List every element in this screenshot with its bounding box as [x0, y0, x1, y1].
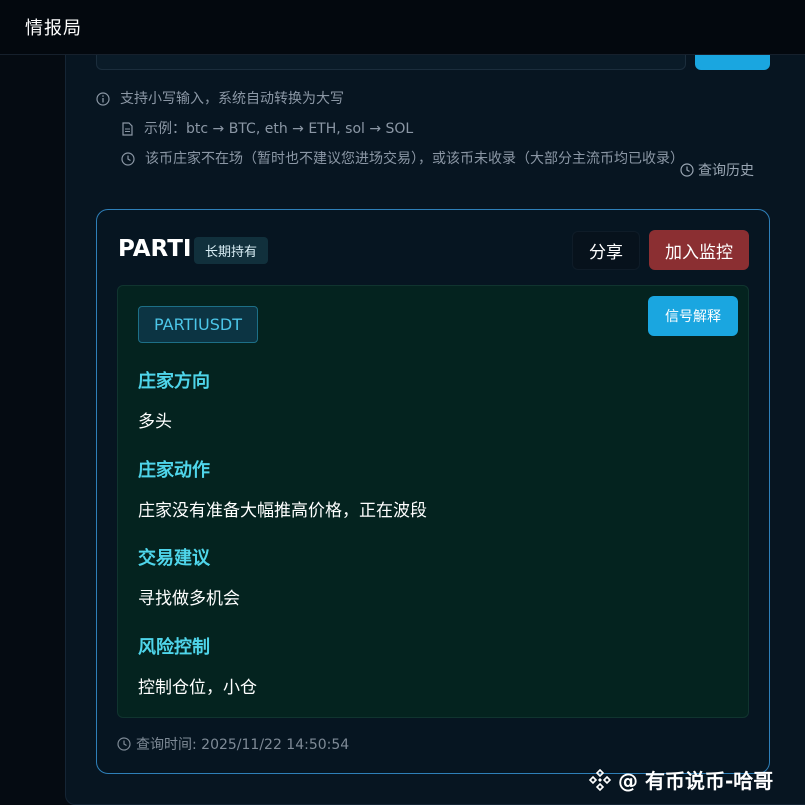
signal-explain-button[interactable]: 信号解释 [648, 296, 738, 336]
query-time-text: 查询时间: 2025/11/22 14:50:54 [136, 737, 350, 753]
section-title-action: 庄家动作 [138, 460, 210, 481]
query-time: 查询时间: 2025/11/22 14:50:54 [117, 734, 349, 754]
clock-icon [680, 163, 694, 177]
clock-icon [117, 737, 131, 751]
watermark-text: @ 有币说币-哈哥 [618, 769, 774, 793]
diamond-logo-icon [588, 768, 612, 791]
section-value-risk: 控制仓位，小仓 [138, 678, 257, 698]
query-history-label: 查询历史 [698, 163, 754, 179]
hold-badge: 长期持有 [194, 237, 269, 264]
section-title-risk: 风险控制 [138, 637, 210, 658]
section-title-advice: 交易建议 [138, 548, 210, 569]
symbol-tag: PARTIUSDT [138, 306, 258, 343]
section-value-advice: 寻找做多机会 [138, 589, 240, 609]
top-bar: 情报局 [0, 0, 805, 55]
section-title-direction: 庄家方向 [138, 371, 210, 392]
hint-lowercase: 支持小写输入，系统自动转换为大写 [96, 89, 344, 109]
clock-icon [121, 152, 135, 166]
document-icon [122, 122, 133, 136]
hint-lowercase-text: 支持小写输入，系统自动转换为大写 [120, 91, 344, 107]
share-button[interactable]: 分享 [572, 231, 640, 270]
add-monitor-button[interactable]: 加入监控 [649, 230, 749, 270]
info-icon [96, 92, 110, 106]
section-value-direction: 多头 [138, 412, 172, 432]
section-value-action: 庄家没有准备大幅推高价格，正在波段 [138, 501, 427, 521]
query-history-link[interactable]: 查询历史 [680, 160, 754, 180]
hint-warning: 该币庄家不在场（暂时也不建议您进场交易），或该币未收录（大部分主流币均已收录） [121, 149, 684, 169]
coin-name: PARTI [118, 236, 192, 262]
app-title: 情报局 [25, 18, 82, 39]
hint-example: 示例：btc → BTC, eth → ETH, sol → SOL [121, 119, 413, 139]
hint-example-text: 示例：btc → BTC, eth → ETH, sol → SOL [144, 121, 414, 137]
hint-warning-text: 该币庄家不在场（暂时也不建议您进场交易），或该币未收录（大部分主流币均已收录） [145, 151, 684, 167]
watermark: @ 有币说币-哈哥 [588, 765, 773, 794]
